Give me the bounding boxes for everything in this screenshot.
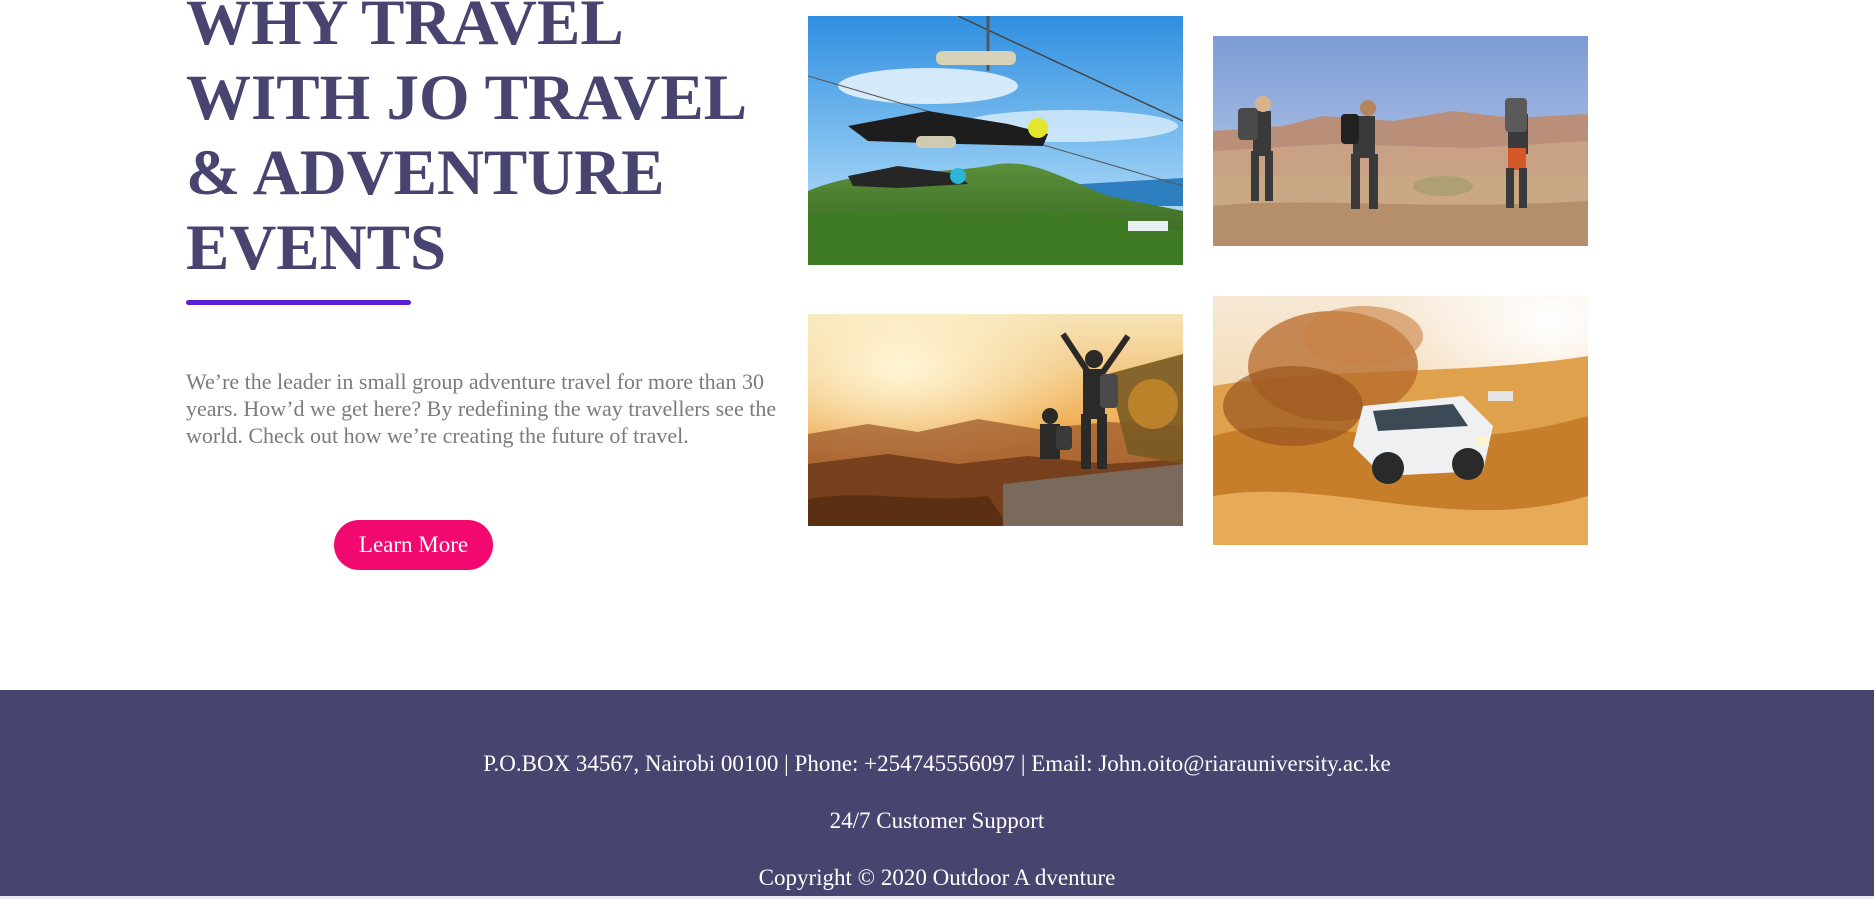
footer-support-text: 24/7 Customer Support — [829, 808, 1045, 833]
hikers-photo — [1213, 36, 1588, 246]
title-underline-divider — [186, 300, 411, 305]
site-footer: P.O.BOX 34567, Nairobi 00100 | Phone: +2… — [0, 690, 1874, 899]
page: WHY TRAVEL WITH JO TRAVEL & ADVENTURE EV… — [0, 0, 1874, 899]
learn-more-button[interactable]: Learn More — [334, 520, 493, 570]
summit-photo — [808, 314, 1183, 526]
title-line: & ADVENTURE — [186, 137, 665, 209]
title-line: EVENTS — [186, 212, 447, 284]
intro-description: We’re the leader in small group adventur… — [186, 369, 777, 448]
title-line: WITH JO TRAVEL — [186, 62, 748, 134]
intro-section: WHY TRAVEL WITH JO TRAVEL & ADVENTURE EV… — [186, 0, 796, 570]
title-line: WHY TRAVEL — [186, 0, 624, 59]
footer-copyright: Copyright © 2020 Outdoor A dventure — [758, 865, 1116, 890]
desert-4x4-photo — [1213, 296, 1588, 545]
footer-contact-info: P.O.BOX 34567, Nairobi 00100 | Phone: +2… — [483, 751, 1391, 776]
page-title: WHY TRAVEL WITH JO TRAVEL & ADVENTURE EV… — [186, 0, 796, 286]
zipline-photo — [808, 16, 1183, 265]
